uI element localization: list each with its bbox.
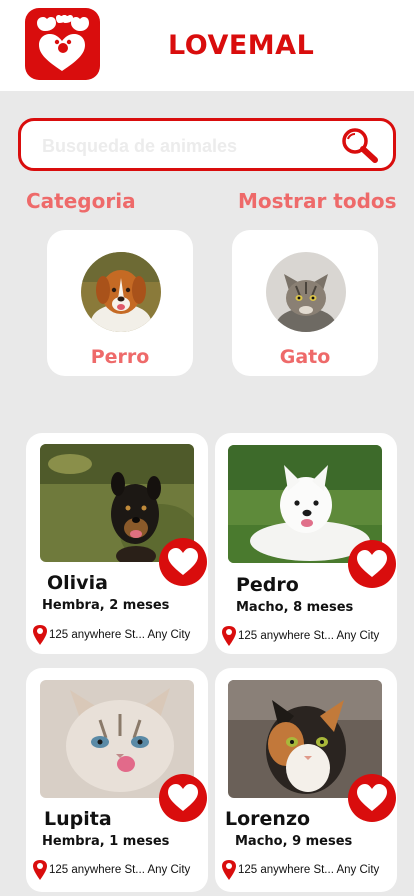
app-logo[interactable]	[25, 8, 100, 80]
pet-location: 125 anywhere St... Any City	[32, 624, 190, 646]
pet-location-text: 125 anywhere St... Any City	[49, 629, 191, 642]
pet-location: 125 anywhere St... Any City	[32, 859, 190, 881]
show-all-link[interactable]: Mostrar todos	[238, 189, 397, 213]
pet-location-text: 125 anywhere St... Any City	[49, 864, 191, 877]
pet-card-lorenzo[interactable]: Lorenzo Macho, 9 meses 125 anywhere St..…	[215, 668, 397, 892]
heart-icon	[168, 548, 198, 575]
pet-name: Olivia	[47, 572, 108, 594]
category-title: Categoria	[26, 189, 136, 213]
pet-info: Hembra, 1 meses	[42, 834, 170, 849]
location-pin-icon	[33, 625, 47, 645]
category-card-cat[interactable]: Gato	[232, 230, 378, 376]
pet-card-lupita[interactable]: Lupita Hembra, 1 meses 125 anywhere St..…	[26, 668, 208, 892]
category-card-dog[interactable]: Perro	[47, 230, 193, 376]
dog-category-image	[81, 252, 161, 332]
pet-info: Hembra, 2 meses	[42, 598, 170, 613]
pet-location: 125 anywhere St... Any City	[221, 859, 379, 881]
pet-name: Lorenzo	[225, 808, 311, 830]
pet-card-pedro[interactable]: Pedro Macho, 8 meses 125 anywhere St... …	[215, 433, 397, 654]
search-icon[interactable]	[337, 126, 385, 166]
category-label: Gato	[279, 346, 331, 368]
app-title: LOVEMAL	[168, 30, 315, 61]
pet-info: Macho, 8 meses	[236, 600, 354, 615]
heart-icon	[168, 784, 198, 811]
pet-info: Macho, 9 meses	[235, 834, 353, 849]
favorite-button[interactable]	[159, 774, 207, 822]
favorite-button[interactable]	[348, 540, 396, 588]
location-pin-icon	[33, 860, 47, 880]
pet-name: Pedro	[236, 574, 299, 596]
heart-icon	[357, 550, 387, 577]
location-pin-icon	[222, 626, 236, 646]
app-header: LOVEMAL	[0, 0, 414, 91]
favorite-button[interactable]	[159, 538, 207, 586]
pet-location-text: 125 anywhere St... Any City	[238, 864, 380, 877]
search-bar[interactable]: Busqueda de animales	[18, 118, 396, 171]
pet-location-text: 125 anywhere St... Any City	[238, 630, 380, 643]
heart-icon	[357, 784, 387, 811]
paw-heart-logo-icon	[37, 15, 89, 71]
location-pin-icon	[222, 860, 236, 880]
category-label: Perro	[90, 346, 150, 368]
pet-name: Lupita	[44, 808, 112, 830]
pet-location: 125 anywhere St... Any City	[221, 625, 379, 647]
cat-category-image	[266, 252, 346, 332]
favorite-button[interactable]	[348, 774, 396, 822]
search-input[interactable]: Busqueda de animales	[42, 136, 237, 157]
pet-card-olivia[interactable]: Olivia Hembra, 2 meses 125 anywhere St..…	[26, 433, 208, 654]
